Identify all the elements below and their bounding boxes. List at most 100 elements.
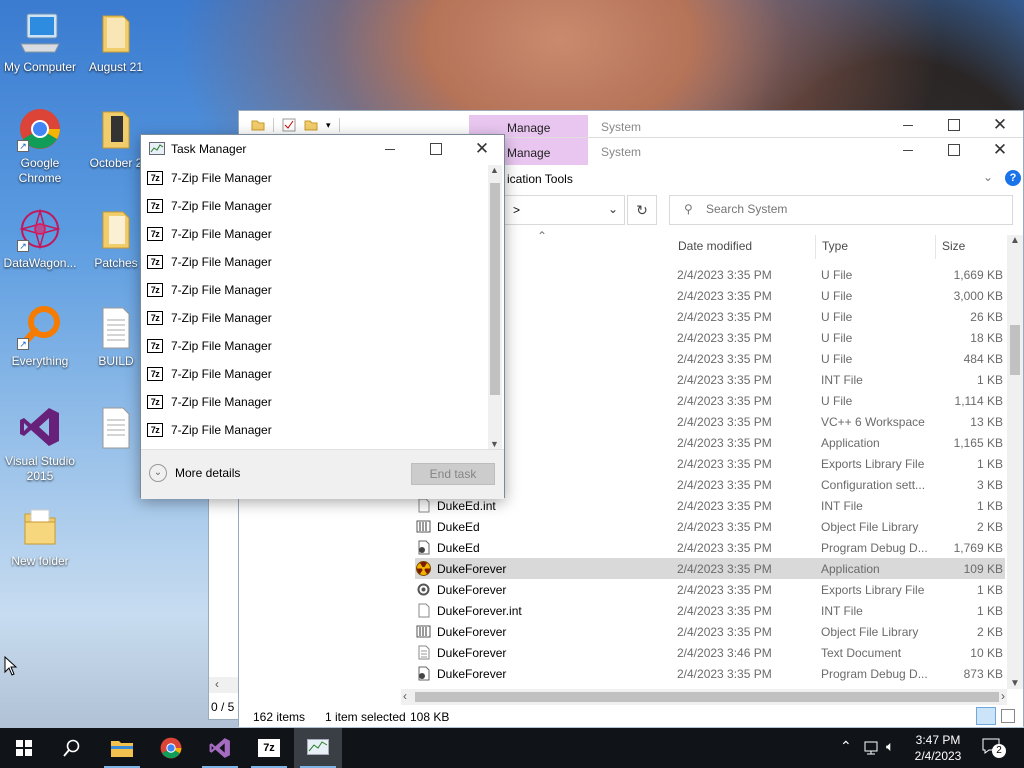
end-task-button[interactable]: End task xyxy=(411,463,495,485)
start-button[interactable] xyxy=(0,728,48,768)
file-row[interactable]: DukeForever.int 2/4/2023 3:35 PM INT File 1… xyxy=(415,600,1005,621)
minimize-button[interactable] xyxy=(885,136,931,164)
process-item[interactable]: 7z 7-Zip File Manager xyxy=(147,416,272,444)
file-row[interactable]: DukeForever 2/4/2023 3:35 PM Exports Libra… xyxy=(415,579,1005,600)
scroll-thumb[interactable] xyxy=(1010,325,1020,375)
volume-icon[interactable]: 🔈︎ xyxy=(886,738,894,755)
more-details-button[interactable]: ⌄ More details xyxy=(149,464,240,482)
scroll-thumb[interactable] xyxy=(490,183,500,395)
process-item[interactable]: 7z 7-Zip File Manager xyxy=(147,304,272,332)
7zip-icon: 7z xyxy=(147,367,163,381)
file-size: 1 KB xyxy=(976,457,1003,471)
process-item[interactable]: 7z 7-Zip File Manager xyxy=(147,388,272,416)
process-item[interactable]: 7z 7-Zip File Manager xyxy=(147,220,272,248)
task-manager-titlebar[interactable]: Task Manager ✕ xyxy=(141,135,504,163)
process-item[interactable]: 7z 7-Zip File Manager xyxy=(147,248,272,276)
large-icons-view-icon[interactable] xyxy=(1001,709,1015,723)
process-name: 7-Zip File Manager xyxy=(171,395,272,409)
ribbon-expand-icon[interactable]: ⌄ xyxy=(983,170,993,184)
address-bar[interactable]: > ⌄ xyxy=(505,195,625,225)
file-row[interactable]: DukeForever 2/4/2023 3:35 PM Application 10… xyxy=(415,558,1005,579)
minimize-button[interactable] xyxy=(367,135,413,163)
refresh-button[interactable]: ↻ xyxy=(627,195,657,225)
window-title: System xyxy=(601,145,642,159)
7zip-icon: 7z xyxy=(147,395,163,409)
breadcrumb-chevron[interactable]: > xyxy=(513,203,520,217)
file-date-modified: 2/4/2023 3:35 PM xyxy=(677,268,772,282)
status-size: 108 KB xyxy=(410,710,450,724)
taskbar: 7z ⌃ 🔈︎ 3:47 PM 2/4/2023 2 xyxy=(0,728,1024,768)
network-icon[interactable] xyxy=(864,741,880,755)
file-date-modified: 2/4/2023 3:35 PM xyxy=(677,415,772,429)
maximize-button-back[interactable] xyxy=(931,111,977,139)
close-button-back[interactable]: ✕ xyxy=(977,111,1023,139)
scroll-down-icon[interactable]: ▼ xyxy=(1010,678,1020,689)
everything-search-icon: ↗ xyxy=(17,304,63,350)
taskbar-visual-studio[interactable] xyxy=(196,728,244,768)
column-date-modified[interactable]: Date modified xyxy=(678,239,752,253)
vertical-scrollbar[interactable]: ▲ ▼ xyxy=(1007,235,1023,689)
desktop-icon-august-21[interactable]: August 21 xyxy=(76,10,156,75)
file-type: Program Debug D... xyxy=(821,541,928,555)
chrome-icon: ↗ xyxy=(17,106,63,152)
maximize-button[interactable] xyxy=(413,135,459,163)
taskbar-task-manager[interactable] xyxy=(294,728,342,768)
taskbar-chrome[interactable] xyxy=(147,728,195,768)
new-folder-icon[interactable] xyxy=(304,118,318,132)
task-manager-window[interactable]: Task Manager ✕ 7z 7-Zip File Manager 7z 7-Z… xyxy=(140,134,505,499)
tray-overflow-icon[interactable]: ⌃ xyxy=(840,738,852,755)
clock[interactable]: 3:47 PM 2/4/2023 xyxy=(910,732,966,764)
maximize-button[interactable] xyxy=(931,136,977,164)
taskbar-7zip[interactable]: 7z xyxy=(245,728,293,768)
properties-icon[interactable] xyxy=(282,118,296,132)
process-item[interactable]: 7z 7-Zip File Manager xyxy=(147,192,272,220)
close-button[interactable]: ✕ xyxy=(977,136,1023,164)
process-list-scrollbar[interactable]: ▲ ▼ xyxy=(488,165,502,449)
desktop-icon-my-computer[interactable]: My Computer xyxy=(0,10,80,75)
notification-count-badge: 2 xyxy=(992,744,1006,758)
scroll-right-icon[interactable]: › xyxy=(1001,689,1005,703)
search-input[interactable] xyxy=(706,202,996,216)
column-size[interactable]: Size xyxy=(942,239,965,253)
search-button[interactable] xyxy=(48,728,96,768)
search-box[interactable]: ⚲ xyxy=(669,195,1013,225)
scroll-up-icon[interactable]: ▲ xyxy=(1010,235,1020,246)
file-row[interactable]: DukeForever 2/4/2023 3:35 PM Object File L… xyxy=(415,621,1005,642)
desktop-icon-visual-studio[interactable]: Visual Studio 2015 xyxy=(0,404,80,484)
file-row[interactable]: DukeForever 2/4/2023 3:35 PM Program Debug… xyxy=(415,663,1005,684)
desktop-icon-datawagon[interactable]: ↗ DataWagon... xyxy=(0,206,80,271)
folder-icon[interactable] xyxy=(251,118,265,132)
process-item[interactable]: 7z 7-Zip File Manager xyxy=(147,360,272,388)
column-type[interactable]: Type xyxy=(822,239,848,253)
scroll-up-icon[interactable]: ▲ xyxy=(490,165,499,175)
file-name: DukeForever xyxy=(437,562,507,576)
process-item[interactable]: 7z 7-Zip File Manager xyxy=(147,164,272,192)
desktop-icon-everything[interactable]: ↗ Everything xyxy=(0,304,80,369)
help-icon[interactable]: ? xyxy=(1005,170,1021,186)
computer-icon xyxy=(17,10,63,56)
scroll-left-icon[interactable]: ‹ xyxy=(403,689,407,703)
scroll-left-icon[interactable]: ‹ xyxy=(215,677,219,691)
desktop-icon-google-chrome[interactable]: ↗ Google Chrome xyxy=(0,106,80,186)
h-scroll-thumb[interactable] xyxy=(415,692,999,702)
process-item[interactable]: 7z 7-Zip File Manager xyxy=(147,276,272,304)
address-dropdown-icon[interactable]: ⌄ xyxy=(608,202,618,216)
scroll-down-icon[interactable]: ▼ xyxy=(490,439,499,449)
document-icon xyxy=(93,304,139,350)
file-row[interactable]: DukeEd 2/4/2023 3:35 PM Program Debug D...… xyxy=(415,537,1005,558)
notification-center-button[interactable]: 2 xyxy=(982,738,1006,758)
file-row[interactable]: DukeEd 2/4/2023 3:35 PM Object File Librar… xyxy=(415,516,1005,537)
chevron-down-icon[interactable]: ▾ xyxy=(326,120,331,131)
file-size: 1 KB xyxy=(976,583,1003,597)
tab-application-tools[interactable]: ication Tools xyxy=(507,172,573,186)
taskbar-file-explorer[interactable] xyxy=(98,728,146,768)
file-type: Exports Library File xyxy=(821,457,925,471)
process-item[interactable]: 7z 7-Zip File Manager xyxy=(147,332,272,360)
horizontal-scrollbar[interactable]: ‹ › xyxy=(401,689,1007,705)
details-view-icon[interactable] xyxy=(976,707,996,725)
desktop-icon-new-folder[interactable]: New folder xyxy=(0,504,80,569)
close-button[interactable]: ✕ xyxy=(459,135,505,163)
minimize-button-back[interactable] xyxy=(885,111,931,139)
file-row[interactable]: DukeForever 2/4/2023 3:46 PM Text Document… xyxy=(415,642,1005,663)
file-explorer-icon xyxy=(111,741,133,757)
